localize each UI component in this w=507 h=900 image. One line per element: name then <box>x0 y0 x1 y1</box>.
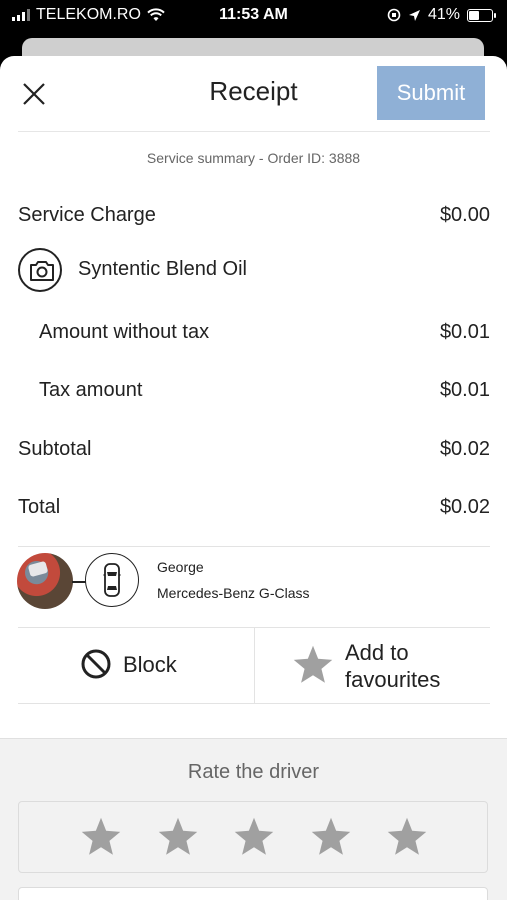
driver-divider <box>18 546 490 547</box>
status-right: 41% <box>387 6 496 24</box>
tax-amount-label: Tax amount <box>39 379 143 401</box>
block-button[interactable]: Block <box>18 627 254 703</box>
order-summary: Service summary - Order ID: 3888 <box>146 150 361 166</box>
subtotal-label: Subtotal <box>18 438 92 460</box>
star-1-icon[interactable] <box>79 815 123 859</box>
amount-without-tax-value: $0.01 <box>439 321 490 343</box>
subtotal-row: Subtotal $0.02 <box>18 438 490 461</box>
submit-button[interactable]: Submit <box>377 66 485 120</box>
star-5-icon[interactable] <box>385 815 429 859</box>
total-label: Total <box>18 496 61 518</box>
status-bar: TELEKOM.RO 11:53 AM 41% <box>0 0 507 32</box>
star-2-icon[interactable] <box>156 815 200 859</box>
location-arrow-icon <box>408 9 420 21</box>
amount-without-tax-row: Amount without tax $0.01 <box>39 321 490 344</box>
comment-field[interactable] <box>18 887 488 900</box>
favourites-label-line1: Add to <box>345 640 409 665</box>
block-label: Block <box>123 652 177 677</box>
battery-icon <box>467 8 496 22</box>
amount-without-tax-label: Amount without tax <box>39 321 210 343</box>
total-row: Total $0.02 <box>18 496 490 519</box>
tax-amount-row: Tax amount $0.01 <box>39 379 490 402</box>
driver-name: George <box>157 559 204 575</box>
rating-section: Rate the driver <box>0 738 507 900</box>
block-icon <box>81 649 111 679</box>
driver-avatar <box>17 553 73 609</box>
service-charge-amount: $0.00 <box>439 204 490 226</box>
tax-amount-value: $0.01 <box>439 379 490 401</box>
star-3-icon[interactable] <box>232 815 276 859</box>
rate-title: Rate the driver <box>187 761 320 783</box>
camera-icon <box>30 261 54 281</box>
close-button[interactable] <box>18 78 50 110</box>
header-divider <box>18 131 490 132</box>
battery-percent: 41% <box>427 6 460 23</box>
car-icon <box>103 563 121 597</box>
add-to-favourites-button[interactable]: Add to favourites <box>255 627 490 703</box>
car-avatar <box>85 553 139 607</box>
service-charge-row: Service Charge $0.00 <box>18 204 490 227</box>
orientation-lock-icon <box>387 8 401 22</box>
receipt-header: Receipt Submit <box>0 56 507 132</box>
actions-bottom-divider <box>18 703 490 704</box>
service-item-row: Syntentic Blend Oil <box>18 248 490 296</box>
car-model: Mercedes-Benz G-Class <box>157 585 310 601</box>
close-icon <box>23 83 45 105</box>
avatar-connector <box>72 581 86 583</box>
subtotal-amount: $0.02 <box>439 438 490 460</box>
favourites-label-line2: favourites <box>345 667 441 692</box>
star-4-icon[interactable] <box>309 815 353 859</box>
driver-actions: Block Add to favourites <box>18 627 490 703</box>
add-photo-button[interactable] <box>18 248 62 292</box>
service-item-name: Syntentic Blend Oil <box>78 258 247 280</box>
star-icon <box>293 645 333 683</box>
service-charge-label: Service Charge <box>18 204 156 226</box>
total-amount: $0.02 <box>439 496 490 518</box>
favourites-label: Add to favourites <box>345 639 440 693</box>
star-rating <box>18 801 488 873</box>
receipt-sheet: Receipt Submit Service summary - Order I… <box>0 56 507 900</box>
